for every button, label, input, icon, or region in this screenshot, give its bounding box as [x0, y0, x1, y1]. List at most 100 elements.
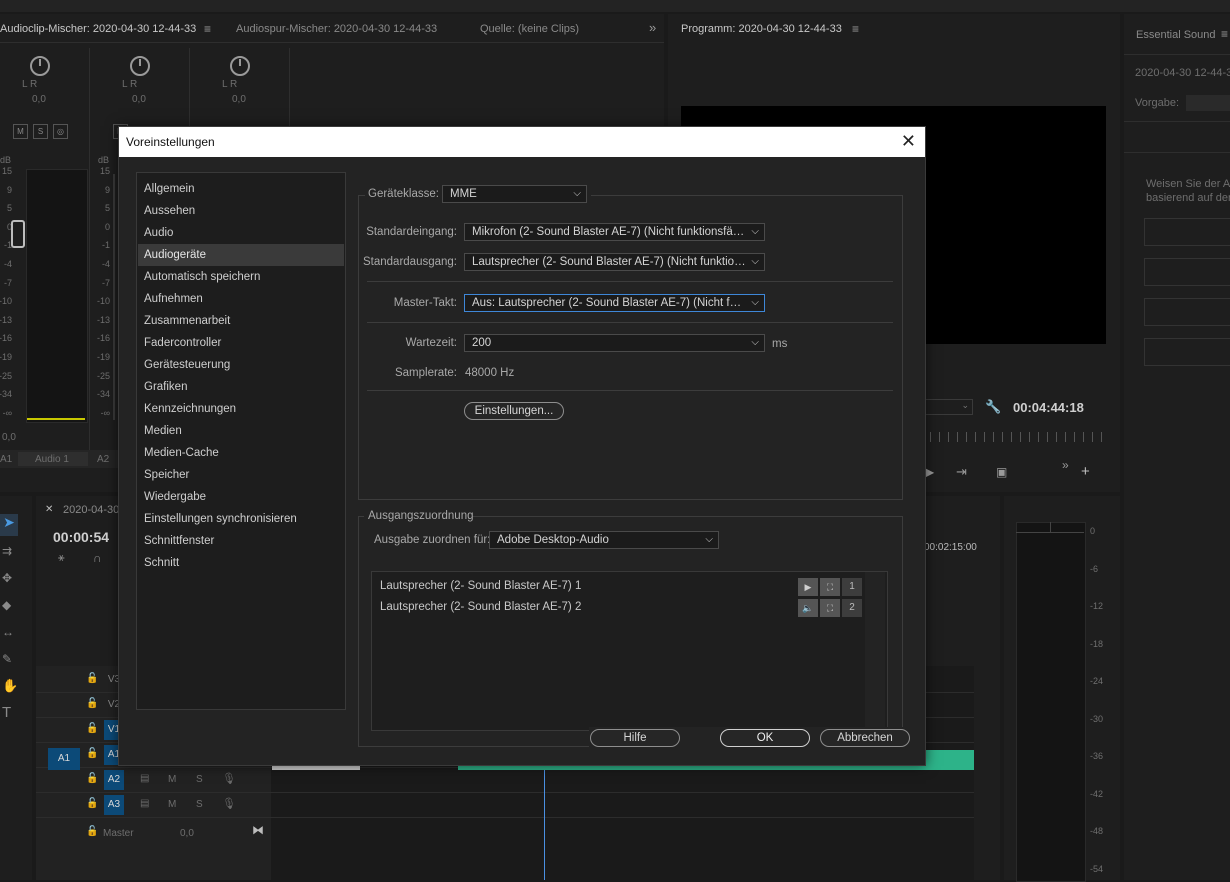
audio-type-button[interactable]	[1144, 298, 1230, 326]
category-item[interactable]: Medien-Cache	[138, 442, 344, 464]
mute-button[interactable]: M	[13, 124, 28, 139]
device-class-dropdown[interactable]: MME ⌵	[442, 185, 587, 203]
record-button[interactable]: ◎	[53, 124, 68, 139]
pen-icon[interactable]: ✎	[2, 652, 12, 666]
category-item[interactable]: Wiedergabe	[138, 486, 344, 508]
cancel-button[interactable]: Abbrechen	[820, 729, 910, 747]
ripple-edit-icon[interactable]: ✥	[2, 571, 12, 585]
category-item[interactable]: Kennzeichnungen	[138, 398, 344, 420]
category-item[interactable]: Aussehen	[138, 200, 344, 222]
panel-menu-icon[interactable]: ≡	[852, 22, 859, 36]
insert-icon[interactable]: ⇥	[956, 464, 967, 480]
track-settings-icon[interactable]: ▤	[140, 798, 149, 809]
category-item[interactable]: Schnittfenster	[138, 530, 344, 552]
mapping-row-2-crop-icon[interactable]: ⛶	[820, 599, 840, 617]
category-item[interactable]: Speicher	[138, 464, 344, 486]
category-item[interactable]: Automatisch speichern	[138, 266, 344, 288]
solo-button[interactable]: S	[33, 124, 48, 139]
mapping-scrollbar[interactable]	[865, 572, 885, 728]
track-lock-icon[interactable]: 🔓	[86, 826, 98, 837]
audio-type-button[interactable]	[1144, 258, 1230, 286]
overflow-chevron-icon[interactable]: »	[1062, 458, 1069, 472]
microphone-icon[interactable]: 🎙	[222, 772, 236, 785]
track-lock-icon[interactable]: 🔓	[86, 773, 98, 784]
source-patch-a1[interactable]: A1	[48, 748, 80, 770]
tab-source[interactable]: Quelle: (keine Clips)	[480, 23, 579, 35]
preset-dropdown[interactable]	[1186, 95, 1230, 111]
snap-icon[interactable]: ⚹	[58, 552, 65, 565]
close-icon[interactable]: ✕	[901, 131, 916, 151]
tab-timeline[interactable]: 2020-04-30	[63, 504, 119, 516]
track-mute-button[interactable]: M	[168, 774, 176, 785]
pan-knob-icon[interactable]	[30, 56, 50, 76]
track-lock-icon[interactable]: 🔓	[86, 698, 98, 709]
category-item[interactable]: Grafiken	[138, 376, 344, 398]
category-item[interactable]: Fadercontroller	[138, 332, 344, 354]
overflow-chevron-icon[interactable]: »	[649, 20, 656, 35]
panel-menu-icon[interactable]: ≡	[204, 22, 211, 36]
fit-dropdown[interactable]: ⌄	[923, 399, 973, 415]
category-item[interactable]: Allgemein	[138, 178, 344, 200]
pan-knob-icon[interactable]	[230, 56, 250, 76]
mapping-row-2-channel[interactable]: 2	[842, 599, 862, 617]
audio-type-button[interactable]	[1144, 218, 1230, 246]
selection-tool-icon[interactable]: ➤	[0, 514, 18, 536]
track-settings-icon[interactable]: ▤	[140, 773, 149, 784]
microphone-icon[interactable]: 🎙	[222, 797, 236, 810]
mapping-row-1-play-icon[interactable]: ▶︎	[798, 578, 818, 596]
export-frame-icon[interactable]: ▣	[996, 465, 1007, 479]
track-lock-icon[interactable]: 🔓	[86, 748, 98, 759]
category-item[interactable]: Audiogeräte	[138, 244, 344, 266]
category-item[interactable]: Zusammenarbeit	[138, 310, 344, 332]
tab-essential-sound[interactable]: Essential Sound	[1136, 29, 1216, 41]
mapping-row-2-speaker-icon[interactable]: 🔈	[798, 599, 818, 617]
mapping-row-1-crop-icon[interactable]: ⛶	[820, 578, 840, 596]
default-input-dropdown[interactable]: Mikrofon (2- Sound Blaster AE-7) (Nicht …	[464, 223, 765, 241]
help-button[interactable]: Hilfe	[590, 729, 680, 747]
track-lock-icon[interactable]: 🔓	[86, 673, 98, 684]
audio-type-button[interactable]	[1144, 338, 1230, 366]
category-item[interactable]: Medien	[138, 420, 344, 442]
pan-knob-icon[interactable]	[130, 56, 150, 76]
mapping-row-1-channel[interactable]: 1	[842, 578, 862, 596]
track-lock-icon[interactable]: 🔓	[86, 798, 98, 809]
default-output-dropdown[interactable]: Lautsprecher (2- Sound Blaster AE-7) (Ni…	[464, 253, 765, 271]
go-to-end-icon[interactable]: ⧓	[252, 823, 264, 837]
type-tool-icon[interactable]: T	[2, 704, 11, 721]
panel-menu-icon[interactable]: ≡	[1221, 27, 1228, 41]
playhead[interactable]	[544, 770, 545, 880]
ok-button[interactable]: OK	[720, 729, 810, 747]
track-solo-button[interactable]: S	[196, 774, 203, 785]
add-button-icon[interactable]: +	[1081, 463, 1090, 480]
map-output-for-dropdown[interactable]: Adobe Desktop-Audio ⌵	[489, 531, 719, 549]
category-item[interactable]: Schnitt	[138, 552, 344, 574]
track-mute-button[interactable]: M	[168, 799, 176, 810]
wrench-icon[interactable]: 🔧	[985, 399, 1001, 415]
track-target-a3[interactable]: A3	[104, 795, 124, 815]
category-item[interactable]: Gerätesteuerung	[138, 354, 344, 376]
close-tab-icon[interactable]: ✕	[45, 504, 53, 515]
track-select-icon[interactable]: ⇉	[2, 544, 12, 558]
track-solo-button[interactable]: S	[196, 799, 203, 810]
slip-icon[interactable]: ↔	[2, 625, 14, 639]
program-ruler[interactable]	[930, 432, 1102, 442]
master-clock-dropdown[interactable]: Aus: Lautsprecher (2- Sound Blaster AE-7…	[464, 294, 765, 312]
category-item[interactable]: Aufnehmen	[138, 288, 344, 310]
linked-selection-icon[interactable]: ∩	[93, 551, 102, 565]
tab-audiotrack-mixer[interactable]: Audiospur-Mischer: 2020-04-30 12-44-33	[236, 23, 437, 35]
track-target-a2[interactable]: A2	[104, 770, 124, 790]
category-item[interactable]: Audio	[138, 222, 344, 244]
step-forward-icon[interactable]: ▶	[925, 465, 934, 479]
hand-icon[interactable]: ✋	[2, 678, 18, 694]
latency-dropdown[interactable]: 200 ⌵	[464, 334, 765, 352]
tab-audioclip-mixer[interactable]: Audioclip-Mischer: 2020-04-30 12-44-33	[0, 23, 196, 35]
category-item[interactable]: Einstellungen synchronisieren	[138, 508, 344, 530]
meter-scale-label: -36	[1090, 751, 1104, 761]
fader-handle[interactable]	[11, 220, 25, 248]
tab-program[interactable]: Programm: 2020-04-30 12-44-33	[681, 23, 842, 35]
razor-icon[interactable]: ◆	[2, 598, 11, 612]
track-master-label: Master	[103, 828, 134, 839]
track-lock-icon[interactable]: 🔓	[86, 723, 98, 734]
dialog-titlebar[interactable]: Voreinstellungen ✕	[119, 127, 925, 157]
settings-button[interactable]: Einstellungen...	[464, 402, 564, 420]
